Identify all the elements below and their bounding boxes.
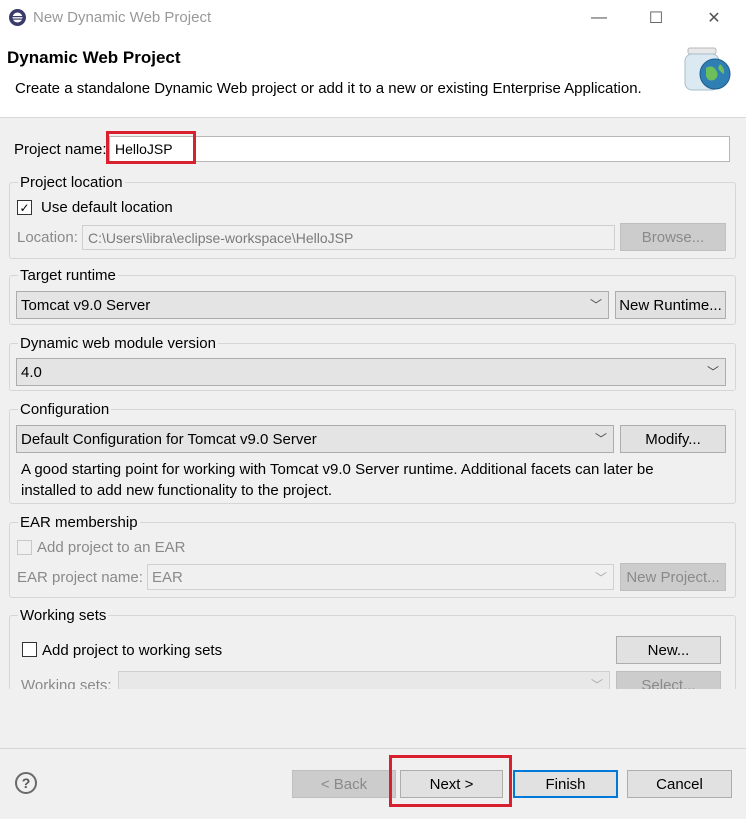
target-runtime-value: Tomcat v9.0 Server: [21, 296, 151, 314]
next-button-highlight: [389, 755, 512, 807]
eclipse-app-icon: [9, 9, 26, 26]
configuration-select[interactable]: Default Configuration for Tomcat v9.0 Se…: [16, 425, 614, 453]
module-version-group-label: Dynamic web module version: [18, 335, 218, 352]
minimize-button[interactable]: —: [576, 0, 622, 36]
maximize-icon: ☐: [648, 10, 664, 27]
chevron-down-icon: ﹀: [594, 571, 607, 585]
back-button[interactable]: < Back: [292, 770, 396, 798]
project-name-input[interactable]: HelloJSP: [109, 136, 730, 162]
location-label: Location:: [17, 229, 78, 246]
close-button[interactable]: ✕: [691, 0, 737, 36]
module-version-select[interactable]: 4.0 ﹀: [16, 358, 726, 386]
working-sets-group-label: Working sets: [18, 607, 109, 624]
configuration-description-line1: A good starting point for working with T…: [21, 461, 654, 478]
add-to-ear-checkbox[interactable]: [17, 540, 32, 555]
add-to-working-sets-checkbox[interactable]: [22, 642, 37, 657]
maximize-button[interactable]: ☐: [633, 0, 679, 36]
chevron-down-icon: ﹀: [589, 298, 602, 312]
configuration-value: Default Configuration for Tomcat v9.0 Se…: [21, 430, 317, 448]
select-working-sets-button[interactable]: Select...: [616, 671, 721, 689]
configuration-group-label: Configuration: [18, 401, 112, 418]
location-value: C:\Users\libra\eclipse-workspace\HelloJS…: [88, 229, 354, 246]
working-sets-clip: Working sets Add project to working sets…: [0, 600, 746, 689]
project-name-highlight: [106, 131, 196, 164]
project-name-label: Project name:: [14, 141, 107, 158]
use-default-location-checkbox[interactable]: ✓: [17, 200, 32, 215]
browse-button[interactable]: Browse...: [620, 223, 726, 251]
target-runtime-select[interactable]: Tomcat v9.0 Server ﹀: [16, 291, 609, 319]
ear-project-name-value: EAR: [152, 568, 183, 586]
ear-membership-group-label: EAR membership: [18, 514, 140, 531]
modify-button[interactable]: Modify...: [620, 425, 726, 453]
new-project-button[interactable]: New Project...: [620, 563, 726, 591]
page-title: Dynamic Web Project: [7, 48, 181, 67]
target-runtime-group-label: Target runtime: [18, 267, 118, 284]
title-bar: New Dynamic Web Project — ☐ ✕: [0, 0, 746, 36]
working-sets-label: Working sets:: [21, 677, 112, 689]
chevron-down-icon: ﹀: [706, 365, 719, 379]
new-working-set-button[interactable]: New...: [616, 636, 721, 664]
close-icon: ✕: [707, 10, 721, 27]
page-description: Create a standalone Dynamic Web project …: [15, 80, 642, 97]
project-location-group-label: Project location: [18, 174, 125, 191]
location-input[interactable]: C:\Users\libra\eclipse-workspace\HelloJS…: [82, 225, 615, 250]
footer-separator: [0, 748, 746, 749]
finish-button[interactable]: Finish: [513, 770, 618, 798]
ear-project-name-select[interactable]: EAR ﹀: [147, 564, 614, 590]
new-runtime-button[interactable]: New Runtime...: [615, 291, 726, 319]
minimize-icon: —: [591, 9, 607, 26]
help-icon[interactable]: ?: [15, 772, 37, 794]
working-sets-select[interactable]: ﹀: [118, 671, 610, 689]
add-to-ear-label: Add project to an EAR: [37, 539, 186, 556]
use-default-location-label: Use default location: [41, 199, 173, 216]
cancel-button[interactable]: Cancel: [627, 770, 732, 798]
web-project-jar-globe-icon: [684, 47, 731, 91]
configuration-description-line2: installed to add new functionality to th…: [21, 482, 333, 499]
checkmark-icon: ✓: [19, 200, 30, 215]
add-to-working-sets-label: Add project to working sets: [42, 642, 223, 659]
chevron-down-icon: ﹀: [590, 678, 603, 689]
module-version-value: 4.0: [21, 363, 42, 381]
window-title: New Dynamic Web Project: [33, 9, 212, 26]
ear-project-name-label: EAR project name:: [17, 569, 143, 586]
chevron-down-icon: ﹀: [594, 432, 607, 446]
